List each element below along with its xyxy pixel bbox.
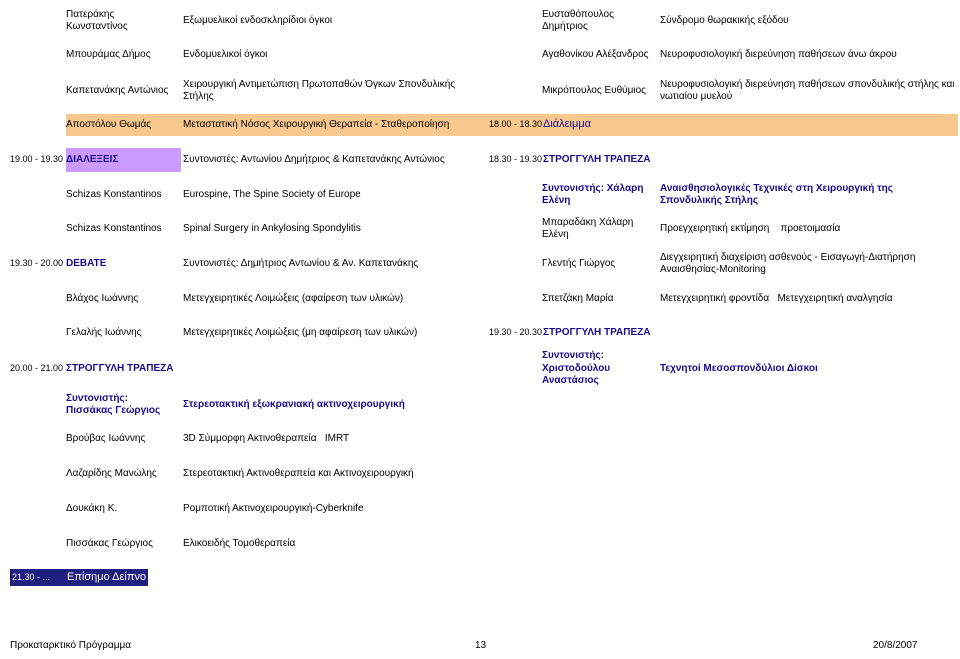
moderators: Συντονιστές: Αντωνίου Δημήτριος & Καπετα… [183, 153, 445, 165]
session-time: 19.00 - 19.30 [10, 154, 64, 165]
speaker-name: Μικρόπουλος Ευθύμιος [542, 84, 646, 96]
dinner-label: Επίσημο Δείπνο [67, 570, 147, 583]
program-row: Πατεράκης Κωνσταντίνος Εξωμυελικοί ενδοσ… [0, 0, 960, 40]
speaker-name: Λαζαρίδης Μανώλης [66, 467, 157, 479]
session-time: 19.30 - 20.30 [489, 327, 543, 338]
speaker-name: Ευσταθόπουλος Δημήτριος [542, 8, 614, 33]
speaker-name: Δουκάκη Κ. [66, 502, 118, 514]
talk-topic: Διεγχειρητική διαχείριση ασθενούς - Εισα… [660, 251, 916, 276]
talk-topic: Ελικοειδής Τομοθεραπεία [183, 537, 296, 549]
talk-topic: Μετεγχειρητικές Λοιμώξεις (αφαίρεση των … [183, 292, 404, 304]
program-row: Πισσάκας Γεώργιος Ελικοειδής Τομοθεραπεί… [0, 533, 960, 555]
speaker-name: Σπετζάκη Μαρία [542, 292, 614, 304]
talk-topic: Τεχνητοί Μεσοσπονδύλιοι Δίσκοι [660, 362, 818, 374]
talk-topic: Προεγχειρητική εκτίμηση προετοιμασία [660, 222, 841, 234]
program-row: Καπετανάκης Αντώνιος Χειρουργική Αντιμετ… [0, 76, 960, 106]
page-number: 13 [475, 640, 487, 651]
session-header-row: 19.00 - 19.30 ΔΙΑΛΕΞΕΙΣ Συντονιστές: Αντ… [0, 148, 960, 172]
dinner-row: 21.30 - ... Επίσημο Δείπνο [0, 569, 960, 586]
talk-topic: Ενδομυελικοί όγκοι [183, 48, 268, 60]
speaker-name: Schizas Konstantinos [66, 188, 162, 200]
speaker-name: Βρούβας Ιωάννης [66, 432, 146, 444]
session-label: ΣΤΡΟΓΓΥΛΗ ΤΡΑΠΕΖΑ [543, 153, 651, 165]
speaker-name: Πατεράκης Κωνσταντίνος [66, 8, 128, 33]
speaker-name: Καπετανάκης Αντώνιος [66, 84, 169, 96]
session-time: 18.00 - 18.30 [489, 119, 543, 130]
program-row: Δουκάκη Κ. Ρομποτική Ακτινοχειρουργική-C… [0, 498, 960, 520]
talk-topic: Στερεοτακτική Ακτινοθεραπεία και Ακτινοχ… [183, 467, 414, 479]
talk-topic: Νευροφυσιολογική διερεύνηση παθήσεων σπο… [660, 78, 955, 103]
talk-topic: Ρομποτική Ακτινοχειρουργική-Cyberknife [183, 502, 364, 514]
moderator-name: Συντονιστής: Πισσάκας Γεώργιος [66, 392, 161, 417]
talk-topic: 3D Σύμμορφη Ακτινοθεραπεία IMRT [183, 432, 350, 444]
talk-topic: Eurospine, The Spine Society of Europe [183, 188, 361, 200]
talk-topic: Εξωμυελικοί ενδοσκληρίδιοι όγκοι [183, 14, 333, 26]
speaker-name: Αγαθονίκου Αλέξανδρος [542, 48, 649, 60]
talk-topic: Μετεγχειρητική φροντίδα Μετεγχειρητική α… [660, 292, 893, 304]
program-row: Αποστόλου Θωμάς Μεταστατική Νόσος Χειρου… [0, 114, 960, 136]
talk-topic: Spinal Surgery in Ankylosing Spondylitis [183, 222, 361, 234]
session-label: DEBATE [66, 257, 107, 269]
moderators: Συντονιστές: Δημήτριος Αντωνίου & Αν. Κα… [183, 257, 419, 269]
speaker-name: Γλεντής Γιώργος [542, 257, 616, 269]
moderator-name: Συντονιστής: Χάλαρη Ελένη [542, 182, 644, 207]
speaker-name: Αποστόλου Θωμάς [66, 118, 152, 130]
speaker-name: Schizas Konstantinos [66, 222, 162, 234]
talk-topic: Αναισθησιολογικές Τεχνικές στη Χειρουργι… [660, 182, 893, 207]
session-time: 21.30 - ... [12, 571, 51, 582]
talk-topic: Μετεγχειρητικές Λοιμώξεις (μη αφαίρεση τ… [183, 326, 418, 338]
program-row: Βρούβας Ιωάννης 3D Σύμμορφη Ακτινοθεραπε… [0, 428, 960, 450]
program-row: Schizas Konstantinos Eurospine, The Spin… [0, 180, 960, 210]
session-time: 20.00 - 21.00 [10, 363, 64, 374]
talk-topic: Στερεοτακτική εξωκρανιακή ακτινοχειρουργ… [183, 398, 405, 410]
session-label: ΔΙΑΛΕΞΕΙΣ [66, 153, 119, 165]
talk-topic: Χειρουργική Αντιμετώπιση Πρωτοπαθών Όγκω… [183, 78, 456, 103]
speaker-name: Μπαραδάκη Χάλαρη Ελένη [542, 216, 634, 241]
speaker-name: Βλάχος Ιωάννης [66, 292, 139, 304]
moderator-name: Συντονιστής: Χριστοδούλου Αναστάσιος [542, 350, 611, 387]
speaker-name: Μπουράμας Δήμος [66, 48, 151, 60]
session-header-row: 20.00 - 21.00 ΣΤΡΟΓΓΥΛΗ ΤΡΑΠΕΖΑ Συντονισ… [0, 350, 960, 388]
program-row: Βλάχος Ιωάννης Μετεγχειρητικές Λοιμώξεις… [0, 288, 960, 310]
footer-title: Προκαταρκτικό Πρόγραμμα [10, 640, 132, 651]
session-time: 19.30 - 20.00 [10, 258, 64, 269]
session-label: ΣΤΡΟΓΓΥΛΗ ΤΡΑΠΕΖΑ [66, 362, 174, 374]
program-row: Λαζαρίδης Μανώλης Στερεοτακτική Ακτινοθε… [0, 463, 960, 485]
session-header-row: 19.30 - 20.00 DEBATE Συντονιστές: Δημήτρ… [0, 250, 960, 278]
speaker-name: Πισσάκας Γεώργιος [66, 537, 153, 549]
footer-date: 20/8/2007 [873, 640, 918, 651]
session-time: 18.30 - 19.30 [489, 154, 543, 165]
program-row: Schizas Konstantinos Spinal Surgery in A… [0, 215, 960, 243]
talk-topic: Νευροφυσιολογική διερεύνηση παθήσεων άνω… [660, 48, 897, 60]
program-row: Γελαλής Ιωάννης Μετεγχειρητικές Λοιμώξει… [0, 322, 960, 344]
program-row: Συντονιστής: Πισσάκας Γεώργιος Στερεοτακ… [0, 390, 960, 420]
session-label: ΣΤΡΟΓΓΥΛΗ ΤΡΑΠΕΖΑ [543, 326, 651, 338]
speaker-name: Γελαλής Ιωάννης [66, 326, 142, 338]
talk-topic: Σύνδρομο θωρακικής εξόδου [660, 14, 789, 26]
program-row: Μπουράμας Δήμος Ενδομυελικοί όγκοι Αγαθο… [0, 44, 960, 66]
talk-topic: Μεταστατική Νόσος Χειρουργική Θεραπεία -… [183, 118, 450, 130]
break-label: Διάλειμμα [543, 118, 592, 131]
